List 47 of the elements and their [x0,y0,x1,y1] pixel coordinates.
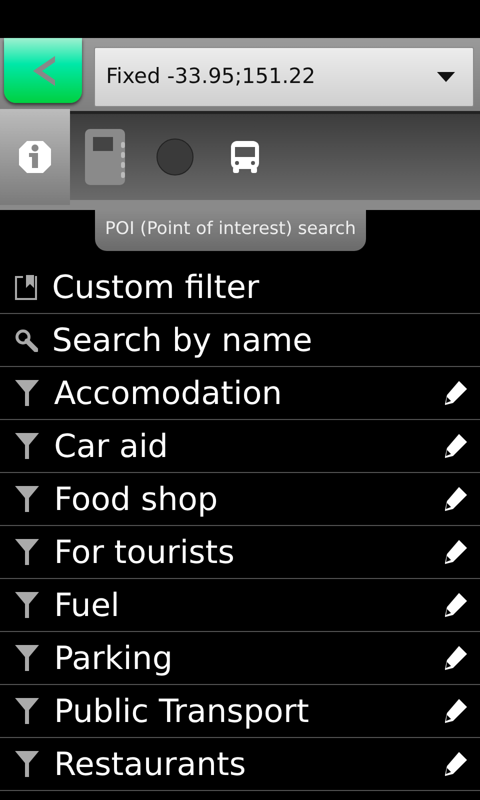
location-dropdown[interactable]: Fixed -33.95;151.22 [94,47,474,107]
bookmark-icon [14,274,38,300]
item-label: Accomodation [54,377,284,410]
list-item[interactable]: Public Transport [0,685,480,738]
list-item[interactable]: Food shop [0,473,480,526]
notebook-icon [83,128,127,186]
list-item[interactable]: Accomodation [0,367,480,420]
funnel-icon [14,379,40,408]
item-label: Car aid [54,430,170,462]
info-icon [18,140,52,174]
list-item[interactable]: Fuel [0,579,480,632]
list-item[interactable]: For tourists [0,526,480,580]
item-label: Restaurants [54,748,247,780]
list-item[interactable]: Car aid [0,420,480,474]
item-label: Parking [54,642,174,674]
funnel-icon [14,697,40,726]
list-item[interactable]: Parking [0,632,480,686]
pencil-icon[interactable] [442,433,468,460]
circle-icon [156,138,194,176]
pencil-icon[interactable] [442,380,468,406]
list-item[interactable]: Custom filter [0,261,480,314]
list-item[interactable]: Search by name [0,314,480,368]
item-label: Food shop [54,483,219,516]
tooltip: POI (Point of interest) search [95,210,366,252]
funnel-icon [14,538,40,566]
funnel-icon [14,750,40,778]
item-label: Custom filter [52,271,260,304]
back-button[interactable] [4,38,82,103]
pencil-icon[interactable] [442,592,468,618]
item-label: Search by name [52,324,314,356]
pencil-icon[interactable] [442,645,468,672]
funnel-icon [14,485,40,514]
bus-icon [230,140,260,174]
funnel-icon [14,432,40,460]
pencil-icon[interactable] [442,486,468,512]
funnel-icon [14,644,40,672]
caret-icon [437,72,455,82]
location-value: Fixed -33.95;151.22 [106,63,316,90]
search-icon [14,328,38,352]
list-item[interactable]: Restaurants [0,738,480,792]
pencil-icon[interactable] [442,539,468,566]
item-label: Fuel [54,589,121,622]
item-label: Public Transport [54,695,310,728]
item-label: For tourists [54,536,236,568]
pencil-icon[interactable] [442,751,468,778]
funnel-icon [14,591,40,620]
pencil-icon[interactable] [442,698,468,724]
